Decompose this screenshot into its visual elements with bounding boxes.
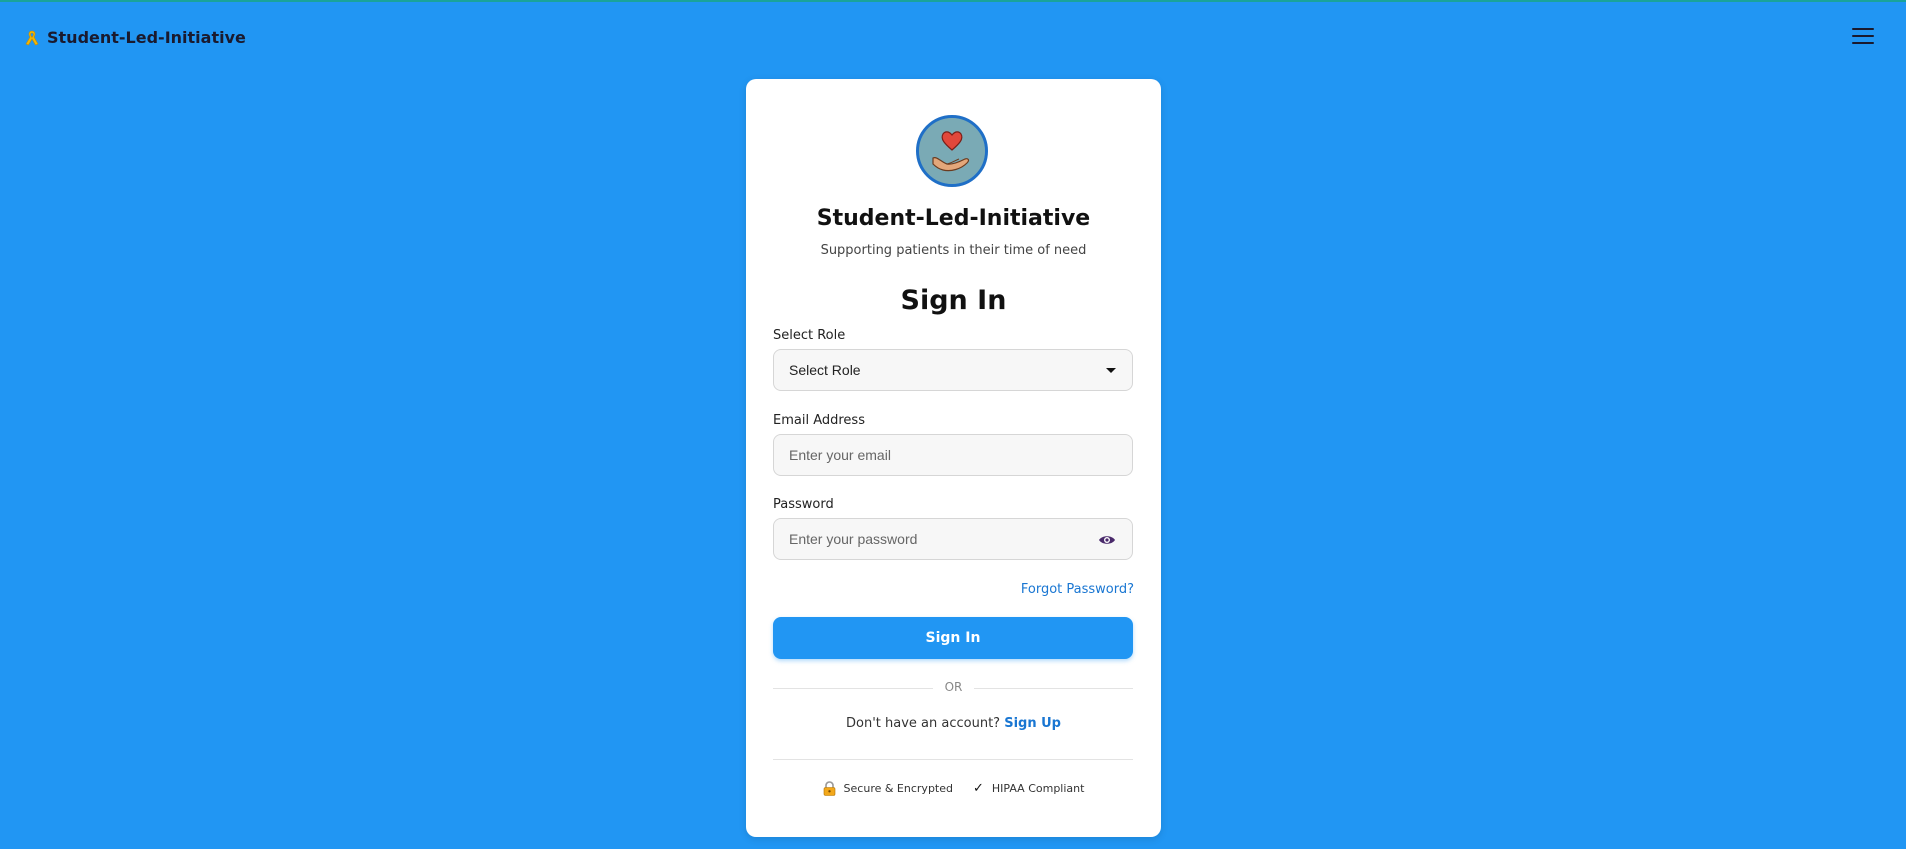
lock-icon: [823, 781, 835, 796]
sign-up-link[interactable]: Sign Up: [1004, 716, 1061, 731]
chevron-down-icon: [1106, 368, 1116, 373]
role-select[interactable]: Select Role: [773, 349, 1133, 391]
hipaa-badge-text: HIPAA Compliant: [991, 782, 1085, 795]
brand[interactable]: Student-Led-Initiative: [23, 28, 246, 47]
email-field[interactable]: [789, 447, 1117, 463]
app-title: Student-Led-Initiative: [816, 206, 1091, 231]
secure-badge: Secure & Encrypted: [823, 781, 953, 796]
security-badges: Secure & Encrypted ✓ HIPAA Compliant: [746, 781, 1161, 796]
or-separator: OR: [944, 680, 963, 694]
email-field-wrapper: [773, 434, 1133, 476]
forgot-password-link[interactable]: Forgot Password?: [1021, 582, 1134, 597]
eye-icon[interactable]: [1098, 532, 1116, 548]
role-select-value: Select Role: [789, 362, 861, 378]
sign-in-card: Student-Led-Initiative Supporting patien…: [746, 79, 1161, 837]
hamburger-menu-icon[interactable]: [1852, 28, 1874, 46]
tagline: Supporting patients in their time of nee…: [820, 243, 1087, 258]
role-label: Select Role: [773, 328, 846, 343]
page-title: Sign In: [900, 285, 1007, 316]
email-label: Email Address: [773, 413, 865, 428]
password-field-wrapper: [773, 518, 1133, 560]
heart-in-hand-icon: [916, 115, 988, 187]
awareness-ribbon-icon: [25, 30, 39, 45]
hipaa-badge: ✓ HIPAA Compliant: [973, 781, 1084, 796]
signup-prompt: Don't have an account?: [846, 716, 1001, 731]
top-navbar: Student-Led-Initiative: [0, 2, 1906, 72]
divider-right: [974, 688, 1133, 689]
check-icon: ✓: [972, 781, 984, 796]
password-label: Password: [773, 497, 834, 512]
signup-prompt-row: Don't have an account? Sign Up: [746, 716, 1161, 731]
sign-in-button[interactable]: Sign In: [773, 617, 1133, 659]
password-field[interactable]: [789, 531, 1117, 547]
brand-name: Student-Led-Initiative: [47, 28, 246, 47]
secure-badge-text: Secure & Encrypted: [843, 782, 953, 795]
footer-divider: [773, 759, 1133, 760]
